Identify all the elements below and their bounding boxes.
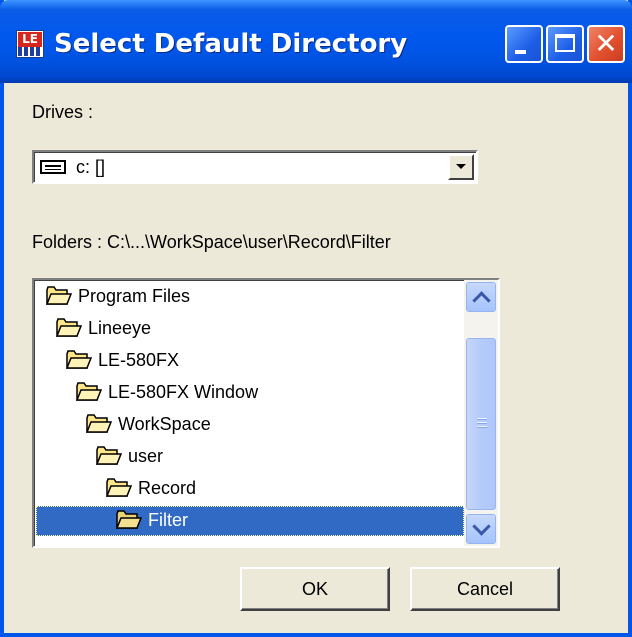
dialog-window: LE Select Default Directory ✕ Drives : c… <box>0 0 632 637</box>
folder-list[interactable]: Program Files Lineeye LE-580FX LE-580FX Win… <box>32 278 500 548</box>
chevron-up-icon <box>472 291 491 310</box>
ok-button[interactable]: OK <box>240 567 390 611</box>
app-icon-label: LE <box>18 32 42 47</box>
folder-item-label: Lineeye <box>88 318 152 338</box>
folder-icon <box>55 318 83 338</box>
folder-icon <box>65 350 93 370</box>
scroll-up-button[interactable] <box>466 282 496 312</box>
folder-item[interactable]: LE-580FX <box>34 346 464 376</box>
drive-select-value: c: [] <box>76 157 106 177</box>
folder-item[interactable]: Record <box>34 474 464 504</box>
window-title: Select Default Directory <box>54 29 408 59</box>
drive-select[interactable]: c: [] <box>32 150 478 184</box>
folder-open-icon <box>115 510 143 530</box>
folder-icon <box>105 478 133 498</box>
maximize-button[interactable] <box>546 25 584 63</box>
drives-label: Drives : <box>32 102 94 122</box>
chevron-down-icon <box>456 164 466 169</box>
folder-icon <box>75 382 103 402</box>
minimize-button[interactable] <box>505 25 543 63</box>
app-icon: LE <box>16 30 44 58</box>
vertical-scrollbar[interactable] <box>464 280 498 546</box>
folder-item-label: user <box>128 446 164 466</box>
folder-item-label: Filter <box>148 510 188 530</box>
dropdown-button[interactable] <box>448 154 474 180</box>
folder-item[interactable]: LE-580FX Window <box>34 378 464 408</box>
folder-item-label: Program Files <box>78 286 191 306</box>
folder-icon <box>85 414 113 434</box>
folders-path-label: Folders : C:\...\WorkSpace\user\Record\F… <box>32 232 391 252</box>
folder-list-items: Program Files Lineeye LE-580FX LE-580FX Win… <box>34 280 464 546</box>
maximize-icon <box>555 34 575 52</box>
folder-item[interactable]: WorkSpace <box>34 410 464 440</box>
drive-icon <box>40 160 66 174</box>
close-button[interactable]: ✕ <box>587 25 625 63</box>
chevron-down-icon <box>472 517 491 536</box>
scroll-thumb[interactable] <box>466 338 496 510</box>
title-bar[interactable]: LE Select Default Directory ✕ <box>0 0 632 83</box>
folder-icon <box>95 446 123 466</box>
folder-icon <box>45 286 73 306</box>
folder-item-label: LE-580FX Window <box>108 382 259 402</box>
folder-item[interactable]: Lineeye <box>34 314 464 344</box>
folder-item-label: Record <box>138 478 197 498</box>
folder-item[interactable]: user <box>34 442 464 472</box>
folder-item[interactable]: Program Files <box>34 282 464 312</box>
folder-item-label: LE-580FX <box>98 350 180 370</box>
folder-item[interactable]: Filter <box>34 506 464 536</box>
scroll-down-button[interactable] <box>466 514 496 544</box>
cancel-button[interactable]: Cancel <box>410 567 560 611</box>
close-icon: ✕ <box>594 27 618 60</box>
folder-item-label: WorkSpace <box>118 414 211 434</box>
minimize-icon <box>515 50 526 54</box>
